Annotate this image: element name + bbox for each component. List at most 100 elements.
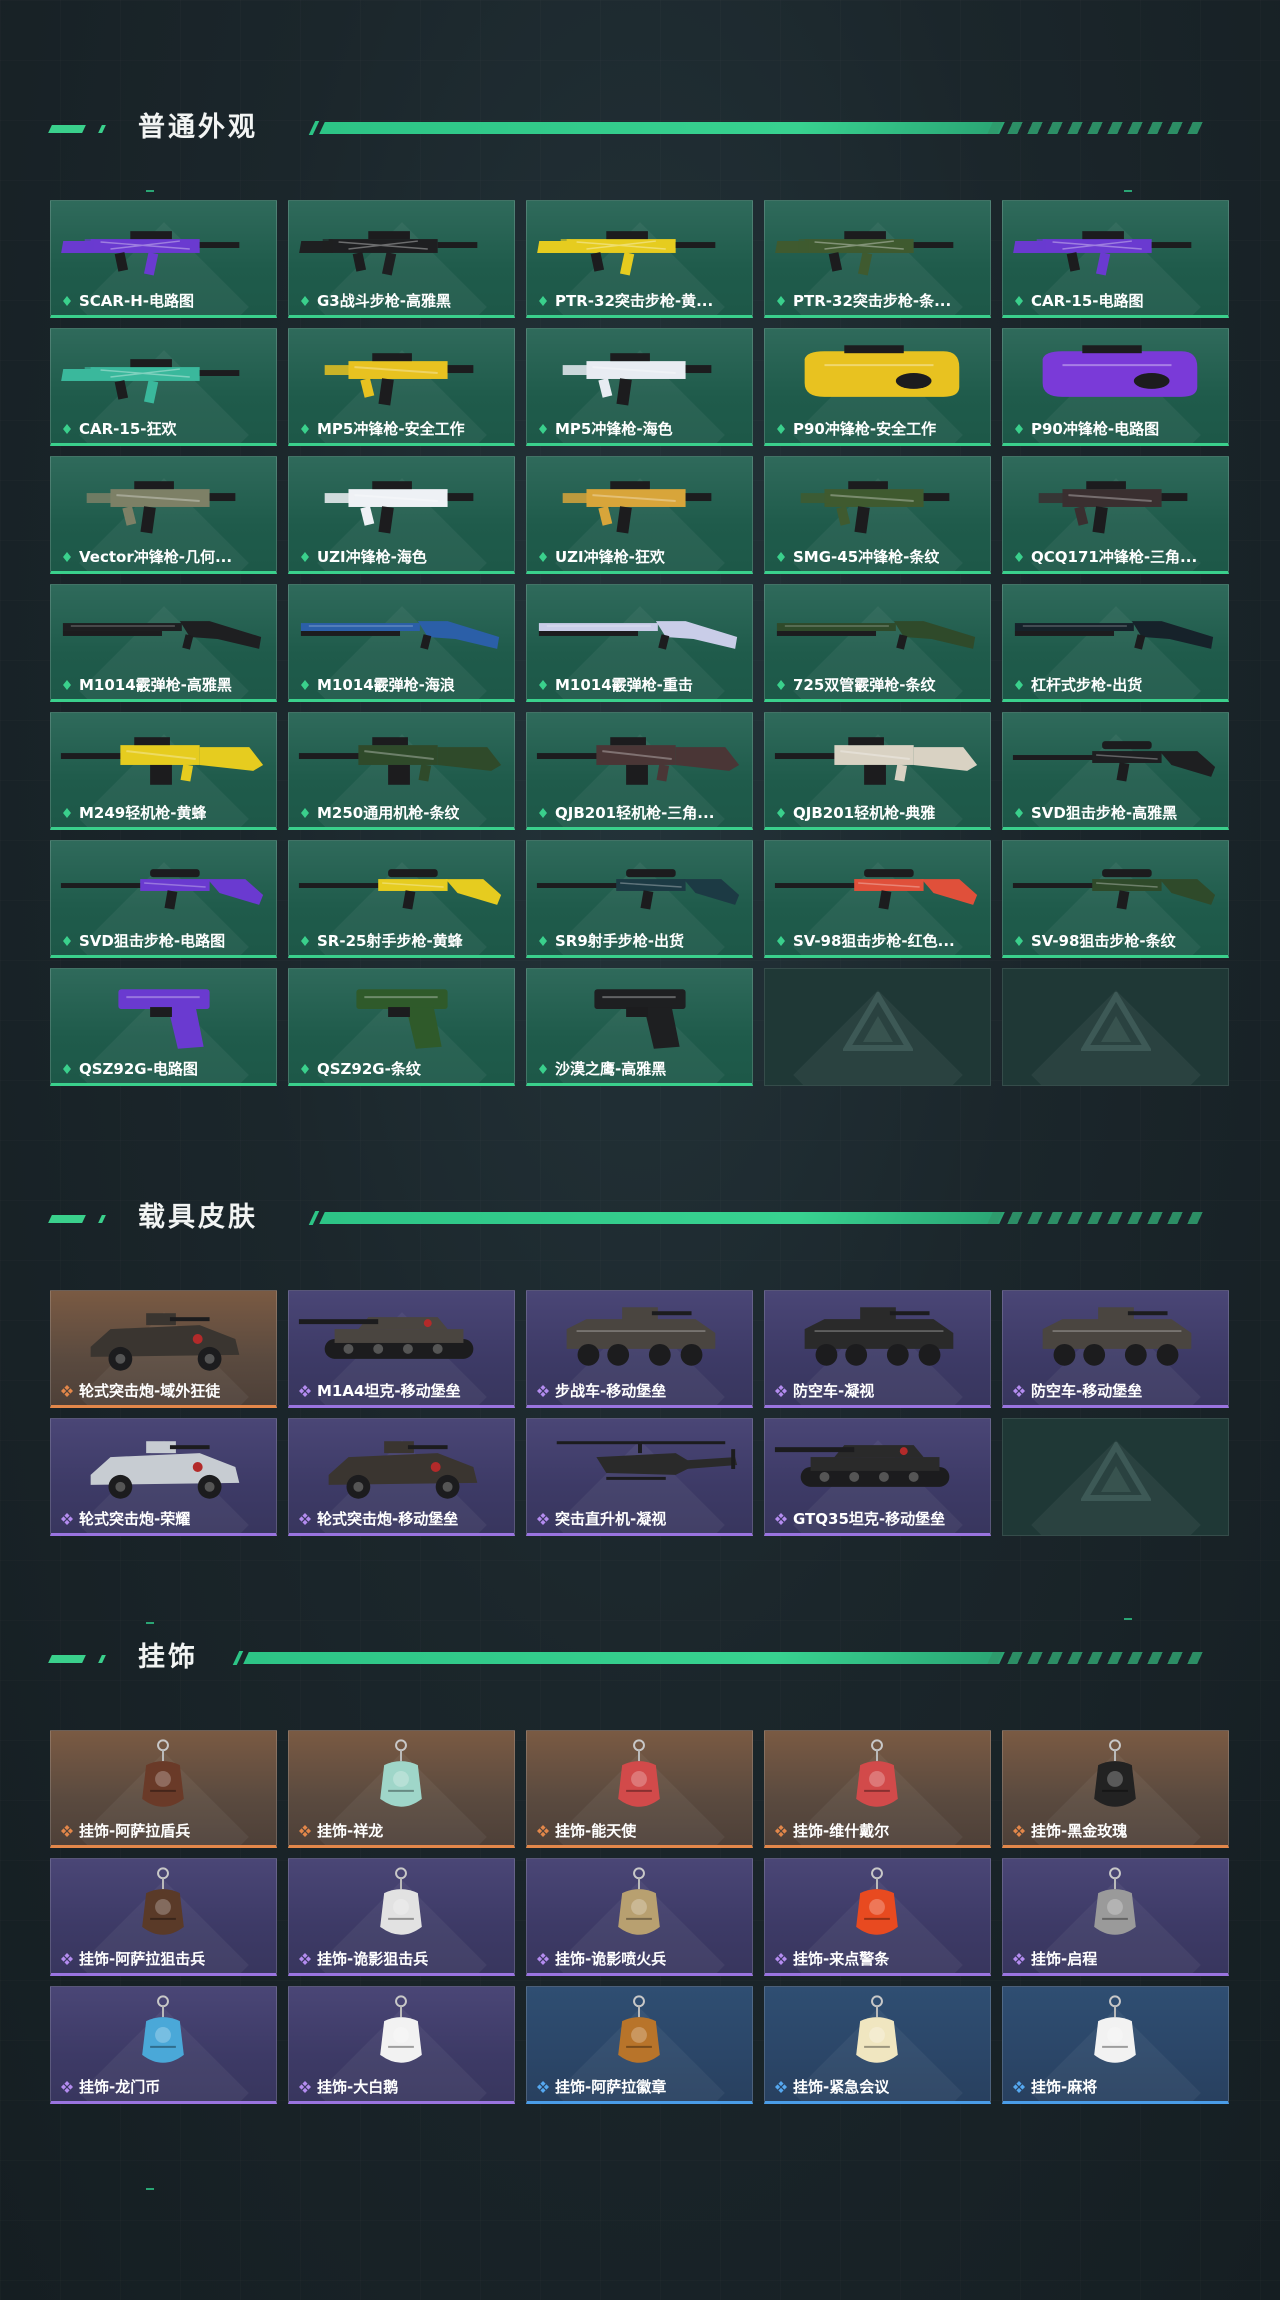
rarity-diamond-icon [1015,552,1023,562]
skin-card[interactable]: GTQ35坦克-移动堡垒 [764,1418,991,1536]
skin-card[interactable]: 挂饰-紧急会议 [764,1986,991,2104]
skin-card[interactable]: 防空车-移动堡垒 [1002,1290,1229,1408]
rifle-icon [537,231,716,276]
skin-card[interactable]: 突击直升机-凝视 [526,1418,753,1536]
skin-card[interactable]: 挂饰-诡影喷火兵 [526,1858,753,1976]
machine-gun-icon [536,737,740,785]
skin-card[interactable]: QSZ92G-电路图 [50,968,277,1086]
item-image [527,465,752,543]
skin-card[interactable]: SVD狙击步枪-电路图 [50,840,277,958]
rarity-diamond-icon [63,936,71,946]
skin-card[interactable]: CAR-15-电路图 [1002,200,1229,318]
rarity-quad-icon [775,1385,787,1397]
skin-card[interactable]: P90冲锋枪-安全工作 [764,328,991,446]
skin-card[interactable]: 挂饰-诡影狙击兵 [288,1858,515,1976]
rarity-quad-icon [537,1953,549,1965]
skin-card[interactable]: SV-98狙击步枪-红色... [764,840,991,958]
skin-card[interactable]: 挂饰-麻将 [1002,1986,1229,2104]
skin-card[interactable]: 挂饰-大白鹅 [288,1986,515,2104]
skin-card[interactable]: P90冲锋枪-电路图 [1002,328,1229,446]
item-name: 挂饰-祥龙 [317,1822,384,1840]
skin-card[interactable]: CAR-15-狂欢 [50,328,277,446]
skin-card[interactable]: 挂饰-阿萨拉狙击兵 [50,1858,277,1976]
skin-card[interactable]: SVD狙击步枪-高雅黑 [1002,712,1229,830]
skin-card[interactable]: G3战斗步枪-高雅黑 [288,200,515,318]
item-name: 轮式突击炮-荣耀 [79,1510,191,1528]
item-image [1003,465,1228,543]
item-label: PTR-32突击步枪-黄... [537,290,713,312]
skin-card[interactable]: SR9射手步枪-出货 [526,840,753,958]
item-name: 突击直升机-凝视 [555,1510,667,1528]
item-label: GTQ35坦克-移动堡垒 [775,1508,945,1530]
skin-card[interactable]: 步战车-移动堡垒 [526,1290,753,1408]
skin-card[interactable]: M1014霰弹枪-重击 [526,584,753,702]
skin-card[interactable]: SV-98狙击步枪-条纹 [1002,840,1229,958]
skin-card[interactable]: 挂饰-维什戴尔 [764,1730,991,1848]
rarity-diamond-icon [777,936,785,946]
charm-icon [856,1739,898,1807]
item-image [765,593,990,671]
item-name: 防空车-凝视 [793,1382,875,1400]
skin-card[interactable]: MP5冲锋枪-海色 [526,328,753,446]
item-name: SMG-45冲锋枪-条纹 [793,548,940,566]
skin-card[interactable]: 轮式突击炮-域外狂徒 [50,1290,277,1408]
item-name: 挂饰-诡影喷火兵 [555,1950,667,1968]
skin-card[interactable]: QSZ92G-条纹 [288,968,515,1086]
skin-card[interactable]: M1A4坦克-移动堡垒 [288,1290,515,1408]
skin-card[interactable]: PTR-32突击步枪-黄... [526,200,753,318]
item-name: M1014霰弹枪-重击 [555,676,693,694]
item-image [527,1739,752,1817]
skin-card[interactable]: 防空车-凝视 [764,1290,991,1408]
item-name: PTR-32突击步枪-黄... [555,292,714,310]
placeholder-logo-icon [842,992,913,1051]
item-name: 沙漠之鹰-高雅黑 [555,1060,667,1078]
item-label: M1014霰弹枪-海浪 [299,674,455,696]
header-checker [987,1212,1203,1224]
rarity-diamond-icon [539,296,547,306]
item-name: 挂饰-麻将 [1031,2078,1098,2096]
skin-card[interactable]: Vector冲锋枪-几何... [50,456,277,574]
skin-card[interactable]: UZI冲锋枪-狂欢 [526,456,753,574]
skin-card[interactable]: 挂饰-龙门币 [50,1986,277,2104]
skin-card[interactable]: 杠杆式步枪-出货 [1002,584,1229,702]
skin-card[interactable]: M1014霰弹枪-海浪 [288,584,515,702]
skin-card[interactable]: M249轻机枪-黄蜂 [50,712,277,830]
skin-card[interactable]: QCQ171冲锋枪-三角... [1002,456,1229,574]
skin-card[interactable]: 挂饰-启程 [1002,1858,1229,1976]
skin-card[interactable]: 沙漠之鹰-高雅黑 [526,968,753,1086]
item-label: QSZ92G-条纹 [299,1058,421,1080]
item-name: QJB201轻机枪-典雅 [793,804,936,822]
skin-card[interactable]: 挂饰-来点警条 [764,1858,991,1976]
item-image [289,977,514,1055]
skin-card[interactable]: 轮式突击炮-荣耀 [50,1418,277,1536]
item-label: 挂饰-能天使 [537,1820,636,1842]
item-name: SVD狙击步枪-电路图 [79,932,226,950]
section-vehicle-skins: 载具皮肤 轮式突击炮-域外狂徒 M1A4坦克-移动堡垒 步战车-移动堡垒 防空车… [0,1198,1280,1620]
skin-card[interactable]: SCAR-H-电路图 [50,200,277,318]
item-name: MP5冲锋枪-海色 [555,420,673,438]
item-label: 挂饰-龙门币 [61,2076,160,2098]
machine-gun-icon [774,737,978,785]
skin-card[interactable]: 挂饰-阿萨拉盾兵 [50,1730,277,1848]
skin-card[interactable]: 轮式突击炮-移动堡垒 [288,1418,515,1536]
skin-card[interactable]: 725双管霰弹枪-条纹 [764,584,991,702]
skin-card[interactable]: QJB201轻机枪-三角... [526,712,753,830]
skin-card[interactable]: PTR-32突击步枪-条... [764,200,991,318]
item-name: 挂饰-龙门币 [79,2078,161,2096]
skin-card[interactable]: 挂饰-黑金玫瑰 [1002,1730,1229,1848]
skin-card[interactable]: SR-25射手步枪-黄蜂 [288,840,515,958]
header-dash [48,125,86,133]
skin-card[interactable]: 挂饰-能天使 [526,1730,753,1848]
skin-card[interactable]: SMG-45冲锋枪-条纹 [764,456,991,574]
skin-card[interactable]: M250通用机枪-条纹 [288,712,515,830]
item-image [289,337,514,415]
sniper-rifle-icon [1012,869,1216,910]
skin-card[interactable]: 挂饰-阿萨拉徽章 [526,1986,753,2104]
skin-card[interactable]: M1014霰弹枪-高雅黑 [50,584,277,702]
skin-card[interactable]: QJB201轻机枪-典雅 [764,712,991,830]
skin-card[interactable]: UZI冲锋枪-海色 [288,456,515,574]
skin-card[interactable]: 挂饰-祥龙 [288,1730,515,1848]
item-label: 挂饰-阿萨拉徽章 [537,2076,666,2098]
skin-card[interactable]: MP5冲锋枪-安全工作 [288,328,515,446]
charm-icon [380,1739,422,1807]
